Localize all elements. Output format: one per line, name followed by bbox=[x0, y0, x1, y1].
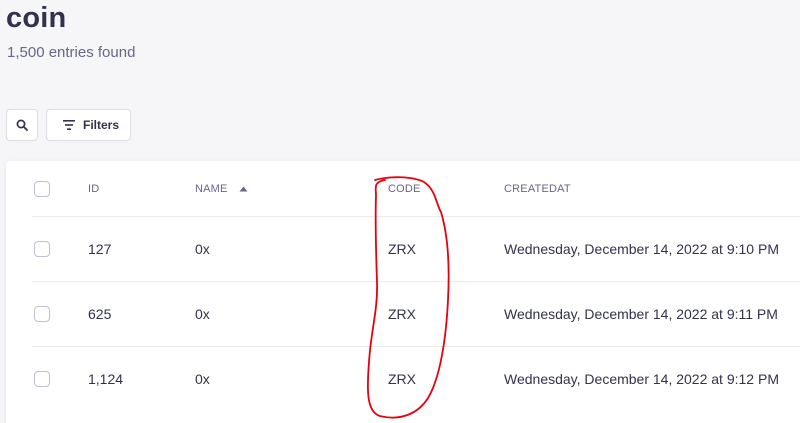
select-all-cell bbox=[34, 161, 50, 216]
row-checkbox[interactable] bbox=[34, 240, 50, 257]
search-icon bbox=[16, 119, 28, 131]
search-button[interactable] bbox=[6, 109, 38, 141]
sort-ascending-icon[interactable] bbox=[239, 186, 248, 192]
column-header-createdat[interactable]: CREATEDAT bbox=[504, 161, 571, 216]
cell-createdat-text: Wednesday, December 14, 2022 at 9:10 PM bbox=[504, 240, 779, 257]
filters-label: Filters bbox=[83, 118, 120, 132]
cell-createdat-text: Wednesday, December 14, 2022 at 9:11 PM bbox=[504, 305, 778, 322]
cell-createdat: Wednesday, December 14, 2022 at 9:11 PM bbox=[504, 281, 778, 346]
cell-code: ZRX bbox=[388, 346, 416, 411]
cell-name-text: 0x bbox=[195, 305, 210, 322]
cell-id: 625 bbox=[88, 281, 111, 346]
cell-id-text: 127 bbox=[88, 240, 112, 257]
column-header-id[interactable]: ID bbox=[88, 161, 99, 216]
row-select-cell bbox=[34, 346, 50, 411]
page-title: coin bbox=[6, 2, 67, 34]
cell-id: 127 bbox=[88, 216, 111, 281]
column-header-code-label: CODE bbox=[388, 182, 421, 195]
entries-table: ID NAME CODE CREATEDAT 127 0x ZRX Wednes… bbox=[6, 161, 800, 423]
row-select-cell bbox=[34, 216, 50, 281]
column-header-name[interactable]: NAME bbox=[195, 161, 248, 216]
column-header-createdat-label: CREATEDAT bbox=[504, 182, 571, 195]
cell-name: 0x bbox=[195, 216, 210, 281]
column-header-name-label: NAME bbox=[195, 182, 228, 195]
cell-code: ZRX bbox=[388, 281, 416, 346]
cell-createdat-text: Wednesday, December 14, 2022 at 9:12 PM bbox=[504, 370, 779, 387]
table-row[interactable]: 1,124 0x ZRX Wednesday, December 14, 202… bbox=[32, 346, 800, 411]
cell-code-text: ZRX bbox=[388, 370, 416, 387]
table-header-row: ID NAME CODE CREATEDAT bbox=[32, 161, 800, 217]
row-select-cell bbox=[34, 281, 50, 346]
filters-button[interactable]: Filters bbox=[46, 109, 131, 141]
row-checkbox[interactable] bbox=[34, 370, 50, 387]
cell-createdat: Wednesday, December 14, 2022 at 9:10 PM bbox=[504, 216, 779, 281]
select-all-checkbox[interactable] bbox=[34, 180, 50, 197]
column-header-code[interactable]: CODE bbox=[388, 161, 421, 216]
table-row[interactable]: 127 0x ZRX Wednesday, December 14, 2022 … bbox=[32, 216, 800, 282]
entries-count: 1,500 entries found bbox=[7, 44, 136, 61]
cell-id: 1,124 bbox=[88, 346, 123, 411]
row-checkbox[interactable] bbox=[34, 305, 50, 322]
cell-code-text: ZRX bbox=[388, 240, 416, 257]
cell-createdat: Wednesday, December 14, 2022 at 9:12 PM bbox=[504, 346, 779, 411]
cell-code: ZRX bbox=[388, 216, 416, 281]
cell-name: 0x bbox=[195, 346, 210, 411]
column-header-id-label: ID bbox=[88, 182, 100, 195]
cell-id-text: 625 bbox=[88, 305, 112, 322]
cell-id-text: 1,124 bbox=[88, 370, 124, 387]
cell-name-text: 0x bbox=[195, 370, 210, 387]
table-row[interactable]: 625 0x ZRX Wednesday, December 14, 2022 … bbox=[32, 281, 800, 347]
cell-code-text: ZRX bbox=[388, 305, 416, 322]
cell-name-text: 0x bbox=[195, 240, 210, 257]
cell-name: 0x bbox=[195, 281, 210, 346]
filter-icon bbox=[63, 120, 75, 130]
